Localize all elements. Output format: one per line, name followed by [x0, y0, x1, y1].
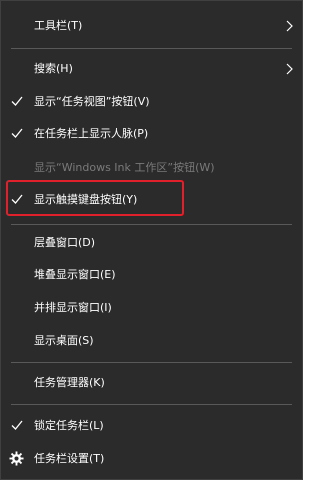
menu-item-label: 堆叠显示窗口(E): [34, 268, 116, 281]
menu-item-show-windows-side-by-side[interactable]: 并排显示窗口(I): [1, 293, 302, 323]
checkmark-icon: [11, 96, 23, 106]
menu-separator: [11, 224, 292, 225]
menu-item-search[interactable]: 搜索(H): [1, 54, 302, 84]
menu-separator: [11, 48, 292, 49]
checkmark-icon: [11, 128, 23, 138]
checkmark-icon: [11, 420, 23, 430]
menu-item-lock-taskbar[interactable]: 锁定任务栏(L): [1, 411, 302, 441]
chevron-right-icon: [286, 63, 293, 75]
menu-item-toolbars[interactable]: 工具栏(T): [1, 11, 302, 41]
menu-separator: [11, 404, 292, 405]
menu-item-label: 锁定任务栏(L): [34, 419, 104, 432]
menu-item-show-windows-stacked[interactable]: 堆叠显示窗口(E): [1, 260, 302, 290]
menu-item-show-task-view-button[interactable]: 显示“任务视图”按钮(V): [1, 87, 302, 117]
menu-item-label: 显示“Windows Ink 工作区”按钮(W): [34, 161, 215, 174]
menu-item-taskbar-settings[interactable]: 任务栏设置(T): [1, 444, 302, 474]
menu-item-label: 工具栏(T): [34, 19, 83, 32]
red-highlight-box: [6, 180, 184, 216]
menu-item-label: 显示“任务视图”按钮(V): [34, 95, 150, 108]
menu-item-task-manager[interactable]: 任务管理器(K): [1, 368, 302, 398]
menu-item-cascade-windows[interactable]: 层叠窗口(D): [1, 228, 302, 258]
menu-item-label: 在任务栏上显示人脉(P): [34, 127, 149, 140]
menu-item-label: 层叠窗口(D): [34, 236, 96, 249]
menu-item-label: 显示桌面(S): [34, 334, 94, 347]
menu-item-label: 任务管理器(K): [34, 376, 105, 389]
menu-item-label: 搜索(H): [34, 62, 73, 75]
menu-item-show-people[interactable]: 在任务栏上显示人脉(P): [1, 119, 302, 149]
chevron-right-icon: [286, 20, 293, 32]
menu-item-label: 并排显示窗口(I): [34, 301, 112, 314]
menu-separator: [11, 362, 292, 363]
menu-item-show-desktop[interactable]: 显示桌面(S): [1, 326, 302, 356]
menu-item-label: 任务栏设置(T): [34, 452, 105, 465]
gear-icon: [9, 451, 24, 466]
menu-item-show-windows-ink-button: 显示“Windows Ink 工作区”按钮(W): [1, 153, 302, 183]
taskbar-context-menu: 工具栏(T) 搜索(H) 显示“任务视图”按钮(V) 在任务栏上显示人脉(P) …: [0, 0, 303, 480]
